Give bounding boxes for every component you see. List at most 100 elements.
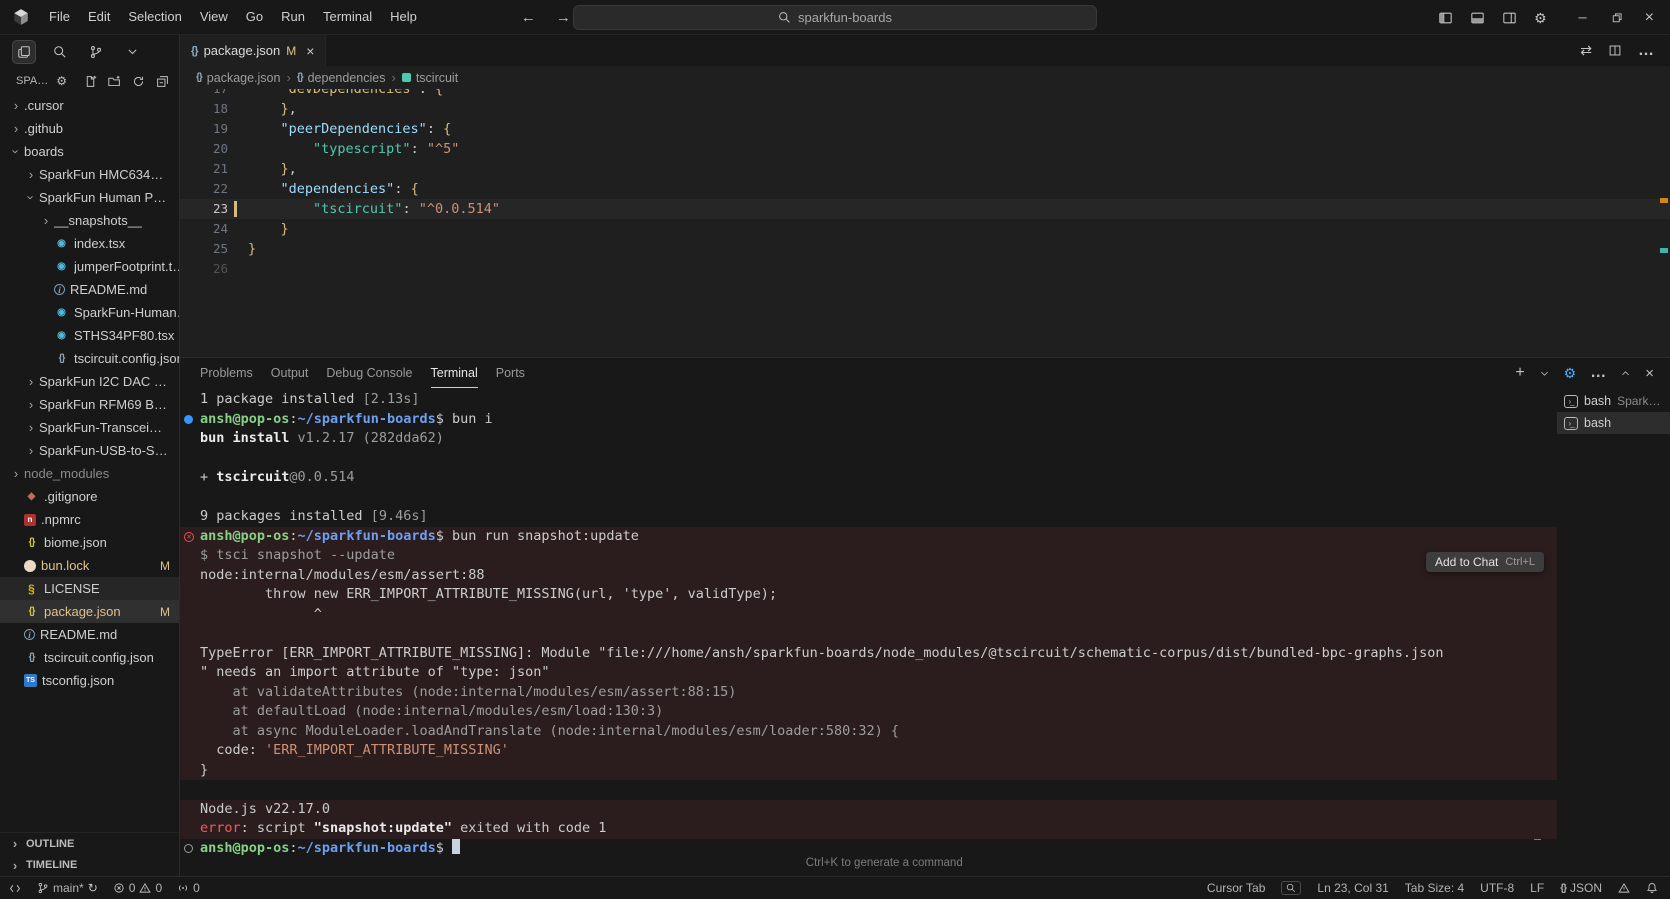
source-control-icon[interactable] [84,40,108,64]
explorer-title[interactable]: SPA… [16,75,48,87]
search-icon[interactable] [48,40,72,64]
code-line[interactable]: 26 [180,259,1670,279]
tree-item-jumperfootprint-t[interactable]: jumperFootprint.t… [0,255,179,278]
tree-item-sparkfun-usb-to-s[interactable]: › SparkFun-USB-to-S… [0,439,179,462]
add-to-chat-button[interactable]: Add to Chat Ctrl+L [1425,552,1544,572]
tree-item-gitignore[interactable]: .gitignore [0,485,179,508]
section-timeline[interactable]: › TIMELINE [0,854,179,876]
tree-item-cursor[interactable]: › .cursor [0,94,179,117]
tree-item-sparkfun-human-p[interactable]: › SparkFun Human P… [0,186,179,209]
nav-forward-button[interactable]: → [556,9,571,26]
warning-bell-icon[interactable] [1618,882,1630,894]
tree-item-sparkfun-transcei[interactable]: › SparkFun-Transcei… [0,416,179,439]
menu-edit[interactable]: Edit [79,0,119,34]
tab-close-icon[interactable]: × [306,44,314,58]
section-outline[interactable]: › OUTLINE [0,832,179,854]
refresh-icon[interactable] [132,75,145,88]
tree-item-tscircuit-config-json[interactable]: tscircuit.config.json [0,646,179,669]
new-terminal-icon[interactable]: + [1515,365,1524,381]
explorer-icon[interactable] [12,39,36,64]
ports-status[interactable]: 0 [177,881,200,895]
terminal-tab-bash-2[interactable]: bash [1557,412,1670,434]
new-file-icon[interactable] [84,75,97,88]
tree-item-npmrc[interactable]: .npmrc [0,508,179,531]
panel-tab-terminal[interactable]: Terminal [431,358,478,388]
branch-status[interactable]: main* ↻ [37,881,98,895]
explorer-settings-gear-icon[interactable]: ⚙ [56,74,67,88]
panel-tab-debug-console[interactable]: Debug Console [326,358,412,388]
code-line[interactable]: 17 "devDependencies": { [180,89,1670,99]
code-editor[interactable]: 17 "devDependencies": {18 },19 "peerDepe… [180,89,1670,357]
code-line[interactable]: 22 "dependencies": { [180,179,1670,199]
tree-item-index-tsx[interactable]: index.tsx [0,232,179,255]
tree-item-biome-json[interactable]: biome.json [0,531,179,554]
code-line[interactable]: 18 }, [180,99,1670,119]
menu-help[interactable]: Help [381,0,426,34]
compare-changes-icon[interactable]: ⇄ [1580,42,1592,59]
tree-item-sparkfun-human[interactable]: SparkFun-Human… [0,301,179,324]
code-line[interactable]: 24 } [180,219,1670,239]
encoding-status[interactable]: UTF-8 [1480,881,1514,895]
tree-item-node-modules[interactable]: › node_modules [0,462,179,485]
restore-button[interactable] [1611,12,1623,24]
tree-item-snapshots[interactable]: › __snapshots__ [0,209,179,232]
new-folder-icon[interactable] [108,75,121,88]
settings-gear-icon[interactable]: ⚙ [1534,11,1547,25]
menu-terminal[interactable]: Terminal [314,0,381,34]
line-col-status[interactable]: Ln 23, Col 31 [1317,881,1388,895]
more-actions-icon[interactable]: … [1638,42,1654,60]
panel-tab-ports[interactable]: Ports [496,358,525,388]
search-status-icon[interactable] [1281,881,1302,895]
toggle-secondary-sidebar-icon[interactable] [1502,11,1517,25]
terminal[interactable]: 1 package installed [2.13s] ansh@pop-os:~… [180,388,1557,876]
bell-icon[interactable] [1646,882,1658,894]
menu-selection[interactable]: Selection [119,0,190,34]
tree-item-readme-md[interactable]: README.md [0,278,179,301]
menu-file[interactable]: File [40,0,79,34]
minimize-button[interactable] [1576,11,1589,24]
code-line[interactable]: 23 "tscircuit": "^0.0.514" [180,199,1670,219]
terminal-tab-bash-1[interactable]: bash Spark… [1557,390,1670,412]
problems-status[interactable]: 0 0 [113,881,162,895]
breadcrumb-dependencies[interactable]: {} dependencies [297,71,386,85]
eol-status[interactable]: LF [1530,881,1544,895]
more-views-chevron-icon[interactable] [120,40,144,64]
tab-package-json[interactable]: {} package.json M × [180,35,327,66]
code-line[interactable]: 21 }, [180,159,1670,179]
tree-item-sparkfun-rfm69-b[interactable]: › SparkFun RFM69 B… [0,393,179,416]
menu-go[interactable]: Go [237,0,272,34]
panel-more-icon[interactable]: … [1590,364,1606,382]
tree-item-package-json[interactable]: package.json M [0,600,179,623]
toggle-panel-icon[interactable] [1470,11,1485,25]
terminal-dropdown-icon[interactable] [1539,368,1550,379]
breadcrumb-package-json[interactable]: {} package.json [196,71,280,85]
collapse-all-icon[interactable] [156,75,169,88]
close-button[interactable]: × [1645,9,1654,27]
tree-item-boards[interactable]: › boards [0,140,179,163]
panel-tab-output[interactable]: Output [271,358,309,388]
global-search[interactable]: sparkfun-boards [573,5,1097,30]
tree-item-sparkfun-i2c-dac[interactable]: › SparkFun I2C DAC … [0,370,179,393]
code-line[interactable]: 19 "peerDependencies": { [180,119,1670,139]
toggle-sidebar-icon[interactable] [1438,11,1453,25]
tree-item-sths34pf80-tsx[interactable]: STHS34PF80.tsx [0,324,179,347]
panel-close-icon[interactable]: × [1645,365,1654,382]
nav-back-button[interactable]: ← [521,9,536,26]
tree-item-bun-lock[interactable]: bun.lock M [0,554,179,577]
panel-settings-gear-icon[interactable]: ⚙ [1564,366,1577,380]
tree-item-tscircuit-config-json[interactable]: tscircuit.config.json [0,347,179,370]
menu-run[interactable]: Run [272,0,314,34]
tree-item-tsconfig-json[interactable]: tsconfig.json [0,669,179,692]
panel-tab-problems[interactable]: Problems [200,358,253,388]
tree-item-license[interactable]: LICENSE [0,577,179,600]
remote-indicator[interactable] [8,882,22,895]
menu-view[interactable]: View [191,0,237,34]
language-status[interactable]: {} JSON [1560,881,1602,895]
split-editor-icon[interactable] [1608,44,1622,57]
tab-size-status[interactable]: Tab Size: 4 [1405,881,1464,895]
tree-item-sparkfun-hmc634[interactable]: › SparkFun HMC634… [0,163,179,186]
panel-maximize-icon[interactable] [1620,368,1631,379]
sync-icon[interactable]: ↻ [88,881,98,895]
code-line[interactable]: 20 "typescript": "^5" [180,139,1670,159]
tree-item-github[interactable]: › .github [0,117,179,140]
